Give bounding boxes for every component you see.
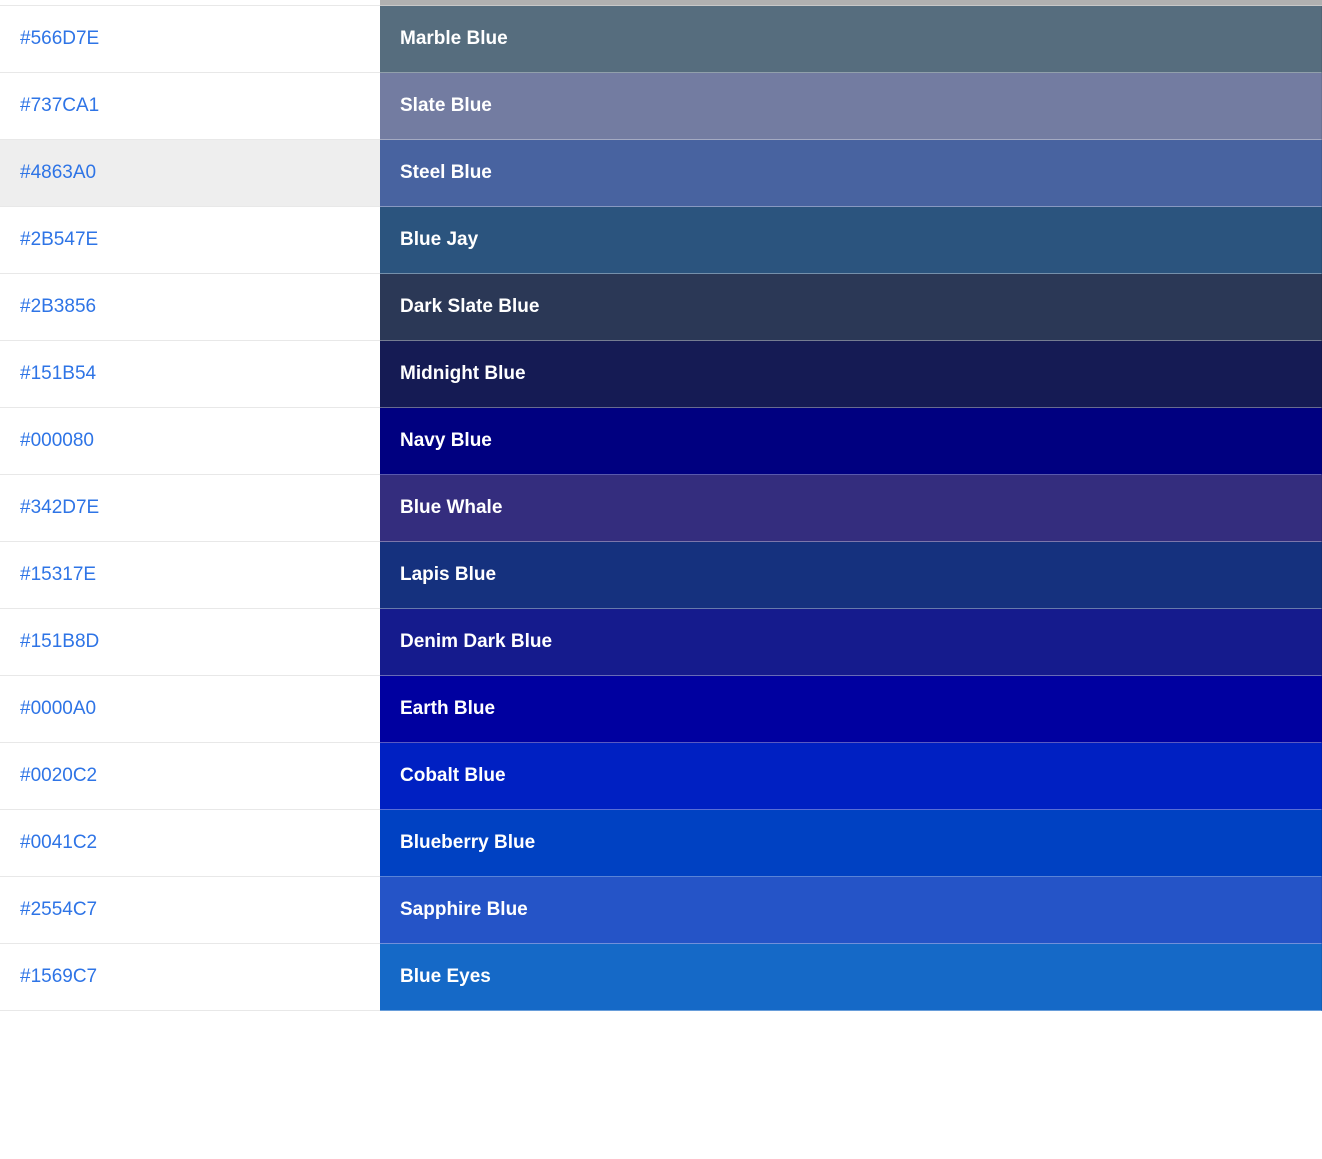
color-name-cell: Denim Dark Blue (380, 609, 1322, 676)
hex-link[interactable]: #737CA1 (20, 95, 99, 116)
color-table: #566D7EMarble Blue#737CA1Slate Blue#4863… (0, 0, 1322, 1011)
hex-cell: #2554C7 (0, 877, 380, 944)
hex-cell: #1569C7 (0, 944, 380, 1011)
color-name-cell: Dark Slate Blue (380, 274, 1322, 341)
color-row: #2554C7 Sapphire Blue (0, 877, 1322, 944)
hex-link[interactable]: #151B54 (20, 363, 96, 384)
hex-cell: #566D7E (0, 6, 380, 73)
color-row: #1569C7 Blue Eyes (0, 944, 1322, 1011)
color-name-cell: Earth Blue (380, 676, 1322, 743)
hex-cell: #0020C2 (0, 743, 380, 810)
color-name-cell: Blue Whale (380, 475, 1322, 542)
hex-cell: #15317E (0, 542, 380, 609)
hex-link[interactable]: #566D7E (20, 28, 99, 49)
color-row: #000080 Navy Blue (0, 408, 1322, 475)
color-row: #0041C2 Blueberry Blue (0, 810, 1322, 877)
hex-cell: #0000A0 (0, 676, 380, 743)
hex-link[interactable]: #4863A0 (20, 162, 96, 183)
color-row: #0000A0 Earth Blue (0, 676, 1322, 743)
hex-link[interactable]: #2B547E (20, 229, 98, 250)
color-name-cell: Blue Eyes (380, 944, 1322, 1011)
color-name-cell: Cobalt Blue (380, 743, 1322, 810)
hex-link[interactable]: #2B3856 (20, 296, 96, 317)
hex-cell: #151B8D (0, 609, 380, 676)
hex-cell: #151B54 (0, 341, 380, 408)
color-name-cell: Navy Blue (380, 408, 1322, 475)
hex-link[interactable]: #0041C2 (20, 832, 97, 853)
color-row: #151B54 Midnight Blue (0, 341, 1322, 408)
hex-cell: #000080 (0, 408, 380, 475)
color-name-cell: Marble Blue (380, 6, 1322, 73)
hex-link[interactable]: #1569C7 (20, 966, 97, 987)
color-name-cell: Lapis Blue (380, 542, 1322, 609)
color-row: #0020C2 Cobalt Blue (0, 743, 1322, 810)
color-name-cell: Blueberry Blue (380, 810, 1322, 877)
hex-cell: #737CA1 (0, 73, 380, 140)
color-row: #151B8D Denim Dark Blue (0, 609, 1322, 676)
color-row: #566D7E Marble Blue (0, 6, 1322, 73)
color-row: #4863A0 Steel Blue (0, 140, 1322, 207)
hex-cell: #2B3856 (0, 274, 380, 341)
hex-link[interactable]: #0000A0 (20, 698, 96, 719)
hex-link[interactable]: #0020C2 (20, 765, 97, 786)
color-name-cell: Slate Blue (380, 73, 1322, 140)
color-row: #15317E Lapis Blue (0, 542, 1322, 609)
color-name-cell: Steel Blue (380, 140, 1322, 207)
hex-link[interactable]: #15317E (20, 564, 96, 585)
color-row: #2B3856 Dark Slate Blue (0, 274, 1322, 341)
color-name-cell: Sapphire Blue (380, 877, 1322, 944)
hex-link[interactable]: #2554C7 (20, 899, 97, 920)
hex-link[interactable]: #000080 (20, 430, 94, 451)
color-row: #342D7E Blue Whale (0, 475, 1322, 542)
color-row: #737CA1 Slate Blue (0, 73, 1322, 140)
color-table-container: #566D7EMarble Blue#737CA1Slate Blue#4863… (0, 0, 1322, 1011)
color-name-cell: Blue Jay (380, 207, 1322, 274)
hex-cell: #2B547E (0, 207, 380, 274)
hex-cell: #4863A0 (0, 140, 380, 207)
color-row: #2B547E Blue Jay (0, 207, 1322, 274)
hex-link[interactable]: #342D7E (20, 497, 99, 518)
color-name-cell: Midnight Blue (380, 341, 1322, 408)
hex-cell: #342D7E (0, 475, 380, 542)
hex-cell: #0041C2 (0, 810, 380, 877)
hex-link[interactable]: #151B8D (20, 631, 99, 652)
